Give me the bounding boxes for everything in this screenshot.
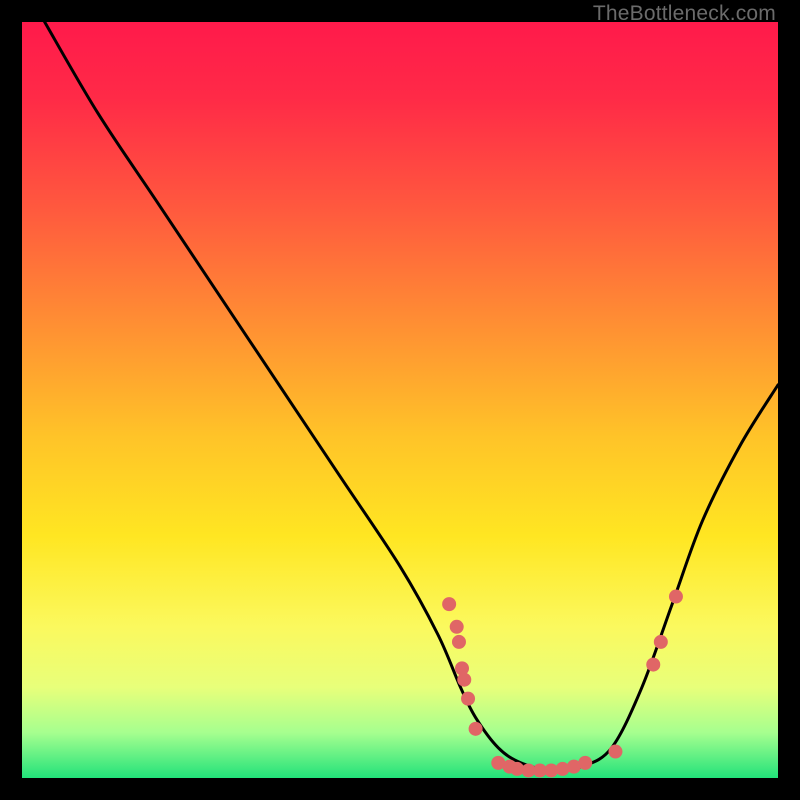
marker-point <box>442 597 456 611</box>
marker-point <box>669 590 683 604</box>
marker-point <box>654 635 668 649</box>
chart-background <box>22 22 778 778</box>
marker-point <box>450 620 464 634</box>
marker-point <box>461 692 475 706</box>
marker-point <box>469 722 483 736</box>
marker-point <box>452 635 466 649</box>
marker-point <box>608 745 622 759</box>
chart-frame <box>22 22 778 778</box>
marker-point <box>457 673 471 687</box>
chart-svg <box>22 22 778 778</box>
marker-point <box>646 658 660 672</box>
marker-point <box>578 756 592 770</box>
